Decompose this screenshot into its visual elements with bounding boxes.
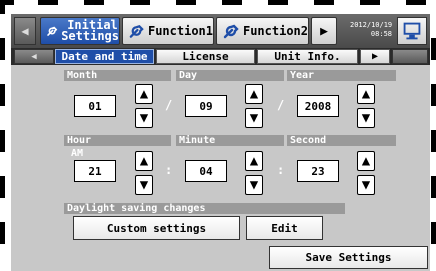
scroll-left-button[interactable]: ◀ <box>14 17 36 45</box>
sub-tab-bar: ◀ Date and time License Unit Info. ▶ <box>11 48 430 65</box>
monitor-button[interactable] <box>397 17 427 45</box>
second-value: 23 <box>297 160 339 182</box>
top-bar: ◀ Initial Settings Function1 Function2 ▶ <box>11 14 430 48</box>
clock-display: 2012/10/19 08:58 <box>350 21 392 39</box>
hour-value: 21 <box>74 160 116 182</box>
arrow-down-icon: ▼ <box>249 177 259 193</box>
hour-up-button[interactable]: ▲ <box>135 151 153 171</box>
time-separator: : <box>165 163 173 177</box>
tab-function1-label: Function1 <box>147 24 213 38</box>
wrench-icon <box>129 24 144 38</box>
frame-dash <box>130 0 150 5</box>
arrow-up-icon: ▲ <box>139 153 149 169</box>
tab-function2[interactable]: Function2 <box>216 17 309 45</box>
monitor-icon <box>403 22 421 40</box>
frame-dash <box>0 176 5 198</box>
year-down-button[interactable]: ▼ <box>357 108 375 128</box>
frame-dash <box>431 130 436 152</box>
arrow-up-icon: ▲ <box>361 153 371 169</box>
subtab-date-and-time[interactable]: Date and time <box>55 49 154 64</box>
frame-dash <box>431 38 436 60</box>
month-down-button[interactable]: ▼ <box>135 108 153 128</box>
arrow-down-icon: ▼ <box>249 110 259 126</box>
arrow-down-icon: ▼ <box>139 177 149 193</box>
frame-dash <box>431 222 436 244</box>
month-up-button[interactable]: ▲ <box>135 84 153 104</box>
tab-initial-label-line2: Settings <box>61 29 119 43</box>
frame-dash <box>431 84 436 106</box>
arrow-right-icon: ▶ <box>320 23 328 39</box>
arrow-up-icon: ▲ <box>249 153 259 169</box>
minute-label: Minute <box>176 135 284 146</box>
frame-dash <box>0 84 5 106</box>
ampm-indicator: AM <box>71 148 84 159</box>
frame-dash <box>431 176 436 198</box>
date-separator: / <box>165 98 173 112</box>
subtab-right-button[interactable]: ▶ <box>360 49 390 64</box>
wrench-icon <box>223 24 239 39</box>
year-value: 2008 <box>297 95 339 117</box>
frame-dash <box>0 130 5 152</box>
time-separator: : <box>277 163 285 177</box>
frame-dash <box>0 0 5 14</box>
hour-label: Hour <box>64 135 171 146</box>
clock-date: 2012/10/19 <box>350 21 393 29</box>
dst-label: Daylight saving changes <box>64 203 345 214</box>
frame-dash <box>38 0 58 5</box>
day-down-button[interactable]: ▼ <box>245 108 263 128</box>
scroll-right-button[interactable]: ▶ <box>311 17 337 45</box>
arrow-up-icon: ▲ <box>249 86 259 102</box>
month-label: Month <box>64 70 171 81</box>
year-label: Year <box>287 70 396 81</box>
tab-function2-label: Function2 <box>242 24 308 38</box>
tab-function1[interactable]: Function1 <box>122 17 214 45</box>
subtab-license[interactable]: License <box>156 49 255 64</box>
day-value: 09 <box>185 95 227 117</box>
save-settings-button[interactable]: Save Settings <box>269 246 428 269</box>
minute-up-button[interactable]: ▲ <box>245 151 263 171</box>
arrow-down-icon: ▼ <box>361 110 371 126</box>
subtab-left-button[interactable]: ◀ <box>14 49 54 64</box>
arrow-down-icon: ▼ <box>361 177 371 193</box>
day-label: Day <box>176 70 284 81</box>
arrow-up-icon: ▲ <box>361 86 371 102</box>
day-up-button[interactable]: ▲ <box>245 84 263 104</box>
wrench-icon <box>47 26 58 36</box>
custom-settings-button[interactable]: Custom settings <box>73 216 240 240</box>
frame-dash <box>222 0 242 5</box>
arrow-down-icon: ▼ <box>139 110 149 126</box>
subtab-end-button <box>392 49 428 64</box>
hour-down-button[interactable]: ▼ <box>135 175 153 195</box>
arrow-up-icon: ▲ <box>139 86 149 102</box>
tab-initial-settings[interactable]: Initial Settings <box>40 17 120 45</box>
edit-button[interactable]: Edit <box>246 216 323 240</box>
frame-dash <box>0 222 5 244</box>
date-separator: / <box>277 98 285 112</box>
settings-panel: ◀ Initial Settings Function1 Function2 ▶ <box>11 14 430 271</box>
minute-down-button[interactable]: ▼ <box>245 175 263 195</box>
month-value: 01 <box>74 95 116 117</box>
minute-value: 04 <box>185 160 227 182</box>
frame-dash <box>268 0 288 5</box>
second-down-button[interactable]: ▼ <box>357 175 375 195</box>
second-up-button[interactable]: ▲ <box>357 151 375 171</box>
frame-dash <box>314 0 334 5</box>
year-up-button[interactable]: ▲ <box>357 84 375 104</box>
frame-dash <box>360 0 380 5</box>
frame-dash <box>0 38 5 60</box>
second-label: Second <box>287 135 396 146</box>
frame-dash <box>176 0 196 5</box>
frame-dash <box>406 0 426 5</box>
arrow-right-icon: ▶ <box>371 51 379 62</box>
subtab-unit-info[interactable]: Unit Info. <box>257 49 358 64</box>
clock-time: 08:58 <box>370 30 392 38</box>
frame-dash <box>84 0 104 5</box>
